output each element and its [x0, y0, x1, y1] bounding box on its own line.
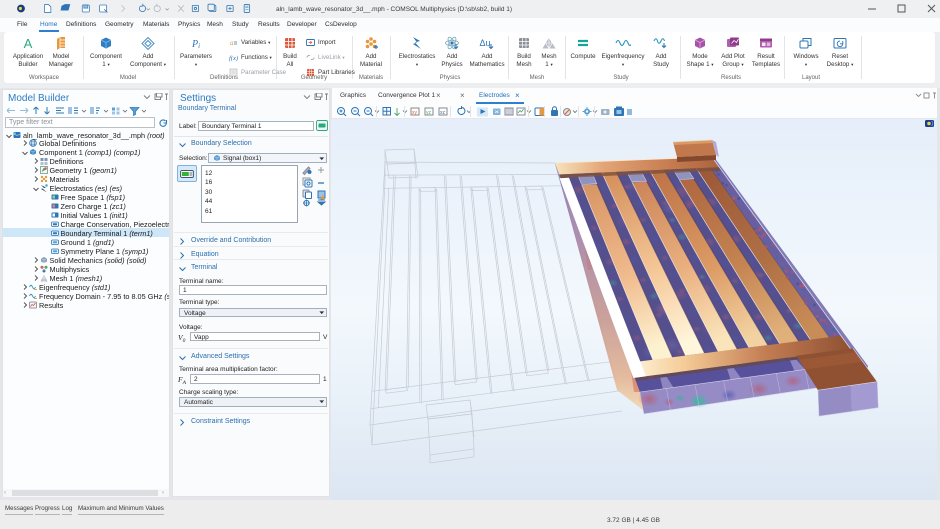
svg-text:a: a [230, 39, 234, 47]
svg-text:yz: yz [426, 110, 432, 116]
svg-text:xz: xz [440, 110, 446, 116]
svg-text:Pi: Pi [191, 39, 200, 50]
svg-text:f(x): f(x) [229, 55, 238, 62]
svg-text:xy: xy [412, 110, 418, 116]
svg-text:Δu: Δu [479, 38, 490, 48]
svg-text:A: A [24, 36, 33, 50]
